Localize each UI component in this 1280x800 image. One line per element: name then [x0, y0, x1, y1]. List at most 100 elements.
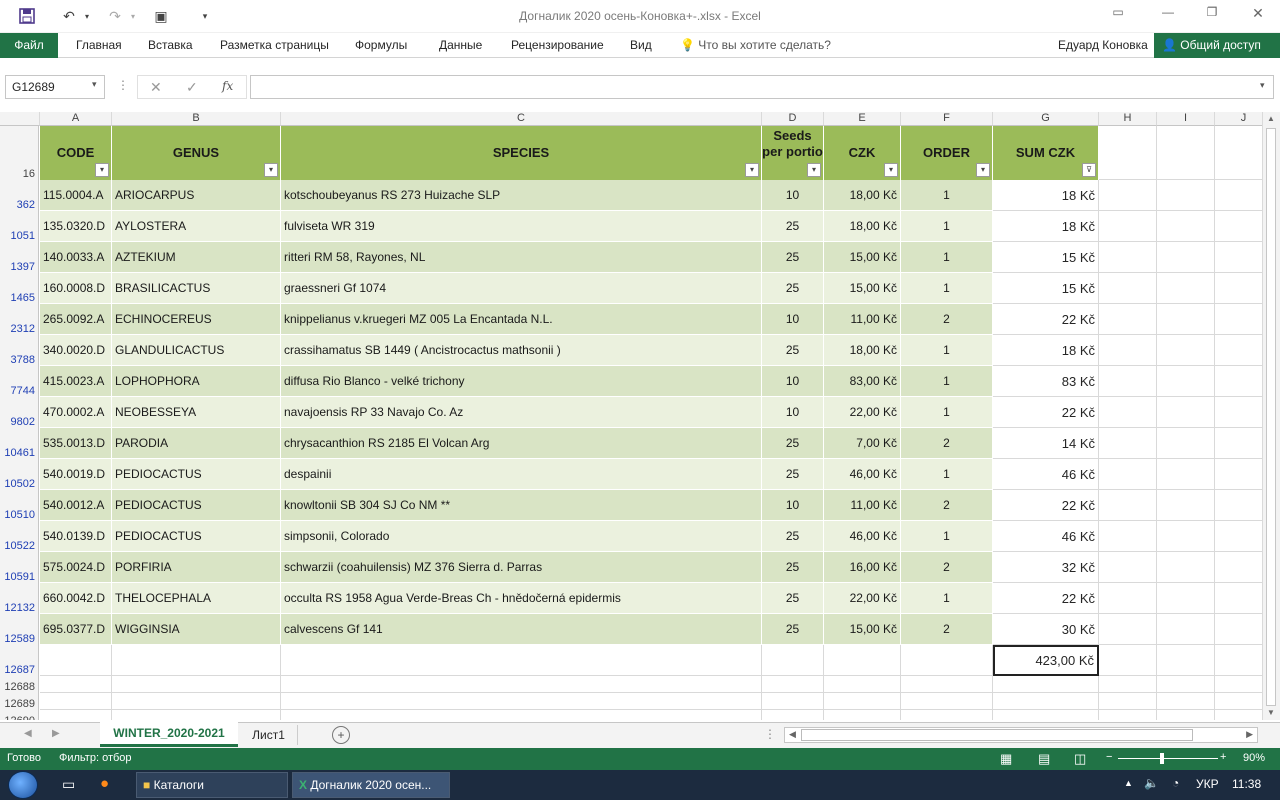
cell-sum[interactable]: 15 Kč — [993, 242, 1099, 273]
cell-empty[interactable] — [1157, 180, 1215, 211]
cell-seeds[interactable]: 25 — [762, 552, 824, 583]
firefox-icon[interactable]: ● — [100, 775, 109, 792]
cell-empty[interactable] — [1215, 459, 1262, 490]
cell-empty[interactable] — [1099, 676, 1157, 693]
cell-empty[interactable] — [901, 645, 993, 676]
column-header-b[interactable]: B — [112, 112, 281, 126]
cell-species[interactable]: fulviseta WR 319 — [281, 211, 762, 242]
show-hidden-icons-icon[interactable]: ▲ — [1124, 778, 1133, 788]
cell-empty[interactable] — [1215, 304, 1262, 335]
cell-empty[interactable] — [1099, 180, 1157, 211]
cell-order[interactable]: 2 — [901, 552, 993, 583]
cell-code[interactable]: 135.0320.D — [40, 211, 112, 242]
cell-seeds[interactable]: 25 — [762, 242, 824, 273]
user-name[interactable]: Едуард Коновка — [1058, 38, 1148, 52]
filter-dropdown-icon[interactable]: ▾ — [976, 163, 990, 177]
cell-empty[interactable] — [1157, 614, 1215, 645]
cell-genus[interactable]: AZTEKIUM — [112, 242, 281, 273]
cell-code[interactable]: 535.0013.D — [40, 428, 112, 459]
row-header[interactable]: 12689 — [0, 693, 39, 710]
column-header-f[interactable]: F — [901, 112, 993, 126]
cell-sum[interactable]: 83 Kč — [993, 366, 1099, 397]
cell-empty[interactable] — [40, 710, 112, 720]
row-header[interactable]: 10461 — [0, 428, 39, 459]
cell-sum[interactable]: 46 Kč — [993, 459, 1099, 490]
cell-empty[interactable] — [1215, 676, 1262, 693]
cell-sum[interactable]: 15 Kč — [993, 273, 1099, 304]
scroll-left-icon[interactable]: ◀ — [789, 729, 796, 740]
cell-empty[interactable] — [1099, 126, 1157, 180]
cell-czk[interactable]: 18,00 Kč — [824, 211, 901, 242]
cell-empty[interactable] — [1157, 490, 1215, 521]
cell-czk[interactable]: 22,00 Kč — [824, 397, 901, 428]
cell-empty[interactable] — [824, 645, 901, 676]
cell-order[interactable]: 1 — [901, 397, 993, 428]
cell-empty[interactable] — [993, 693, 1099, 710]
cell-species[interactable]: chrysacanthion RS 2185 El Volcan Arg — [281, 428, 762, 459]
cell-empty[interactable] — [1215, 180, 1262, 211]
cell-seeds[interactable]: 10 — [762, 397, 824, 428]
cell-empty[interactable] — [1215, 211, 1262, 242]
tab-insert[interactable]: Вставка — [148, 38, 193, 52]
column-header-i[interactable]: I — [1157, 112, 1215, 126]
cell-empty[interactable] — [1215, 273, 1262, 304]
select-all-corner[interactable] — [0, 112, 40, 126]
ribbon-display-icon[interactable]: ▭ — [1108, 5, 1128, 25]
cell-empty[interactable] — [1215, 335, 1262, 366]
cell-sum[interactable]: 22 Kč — [993, 583, 1099, 614]
name-box-dropdown-icon[interactable]: ▾ — [92, 79, 97, 90]
cell-empty[interactable] — [1157, 304, 1215, 335]
cell-empty[interactable] — [1157, 335, 1215, 366]
cell-empty[interactable] — [281, 676, 762, 693]
cell-empty[interactable] — [1215, 583, 1262, 614]
cell-empty[interactable] — [1215, 397, 1262, 428]
cell-empty[interactable] — [40, 676, 112, 693]
cell-empty[interactable] — [1099, 490, 1157, 521]
cell-empty[interactable] — [762, 710, 824, 720]
worksheet-grid[interactable]: A B C D E F G H I J 16 CODE ▾ GENUS ▾ SPECIES ▾ Seeds per… — [0, 112, 1262, 720]
cell-empty[interactable] — [281, 645, 762, 676]
cell-czk[interactable]: 11,00 Kč — [824, 490, 901, 521]
cell-sum[interactable]: 18 Kč — [993, 180, 1099, 211]
cell-code[interactable]: 340.0020.D — [40, 335, 112, 366]
page-break-view-icon[interactable]: ◫ — [1074, 751, 1086, 767]
sort-filter-icon[interactable]: ▾ — [264, 163, 278, 177]
restore-icon[interactable]: ❐ — [1202, 5, 1222, 25]
cell-sum[interactable]: 14 Kč — [993, 428, 1099, 459]
filter-dropdown-icon[interactable]: ▾ — [745, 163, 759, 177]
name-box[interactable]: G12689 — [5, 75, 105, 99]
cell-empty[interactable] — [112, 710, 281, 720]
undo-icon[interactable]: ↶ — [58, 5, 80, 27]
cell-order[interactable]: 1 — [901, 180, 993, 211]
cell-code[interactable]: 695.0377.D — [40, 614, 112, 645]
cell-empty[interactable] — [762, 645, 824, 676]
zoom-in-icon[interactable]: + — [1220, 751, 1226, 763]
cell-empty[interactable] — [1157, 552, 1215, 583]
tab-splitter-icon[interactable]: ⋮ — [764, 727, 776, 741]
cell-seeds[interactable]: 25 — [762, 583, 824, 614]
cell-czk[interactable]: 15,00 Kč — [824, 614, 901, 645]
insert-function-icon[interactable]: fx — [222, 79, 233, 93]
zoom-slider[interactable] — [1118, 758, 1218, 759]
row-header[interactable]: 1397 — [0, 242, 39, 273]
scroll-down-icon[interactable]: ▼ — [1267, 708, 1275, 717]
cell-genus[interactable]: PEDIOCACTUS — [112, 521, 281, 552]
sheet-tab-active[interactable]: WINTER_2020-2021 — [100, 722, 238, 747]
cell-empty[interactable] — [1099, 552, 1157, 583]
cell-seeds[interactable]: 25 — [762, 211, 824, 242]
cell-order[interactable]: 1 — [901, 366, 993, 397]
cell-code[interactable]: 115.0004.A — [40, 180, 112, 211]
cell-genus[interactable]: PORFIRIA — [112, 552, 281, 583]
cell-seeds[interactable]: 10 — [762, 304, 824, 335]
column-header-j[interactable]: J — [1215, 112, 1262, 126]
cell-seeds[interactable]: 10 — [762, 180, 824, 211]
cell-empty[interactable] — [1099, 710, 1157, 720]
row-header[interactable]: 3788 — [0, 335, 39, 366]
cell-empty[interactable] — [1157, 366, 1215, 397]
cell-code[interactable]: 660.0042.D — [40, 583, 112, 614]
cell-empty[interactable] — [901, 710, 993, 720]
cell-species[interactable]: ritteri RM 58, Rayones, NL — [281, 242, 762, 273]
add-sheet-button[interactable]: + — [332, 726, 350, 744]
cell-czk[interactable]: 16,00 Kč — [824, 552, 901, 583]
cell-czk[interactable]: 22,00 Kč — [824, 583, 901, 614]
